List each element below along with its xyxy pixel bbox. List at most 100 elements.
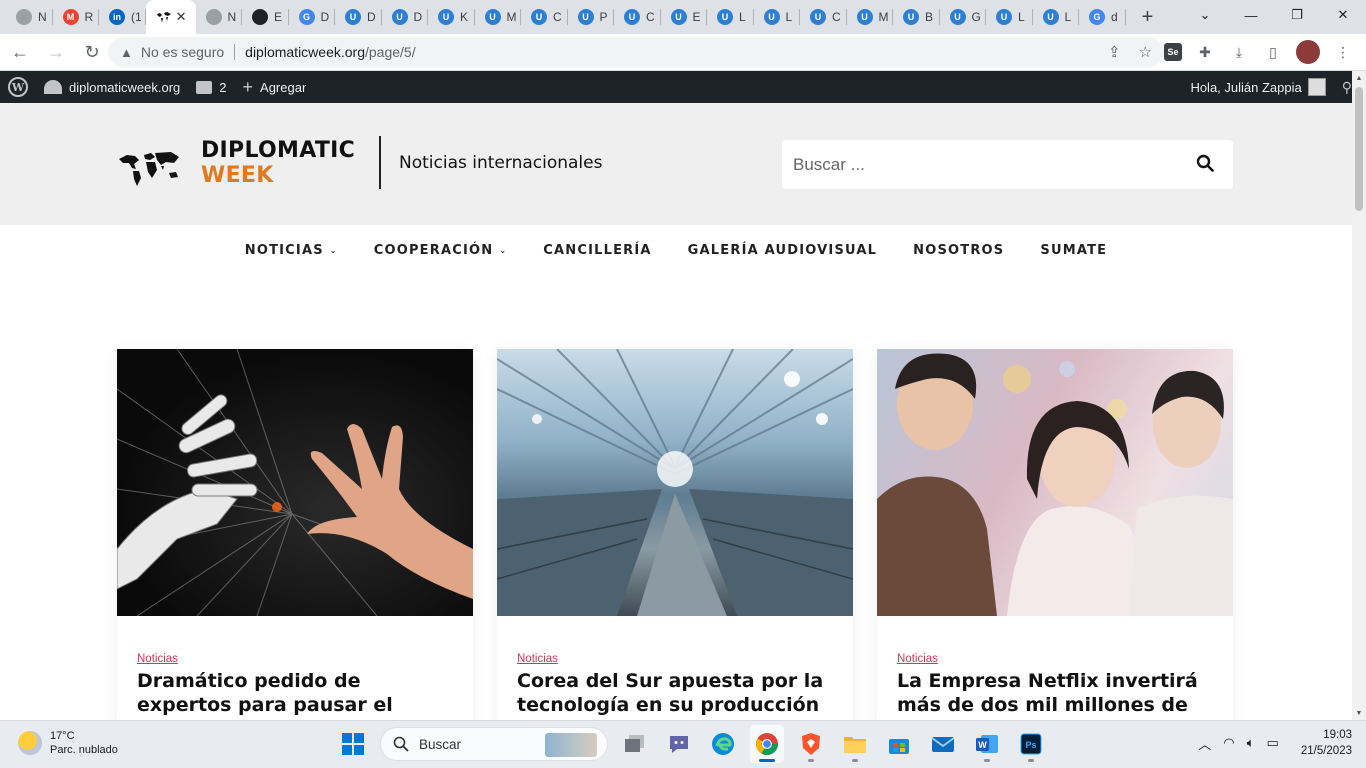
page-scrollbar[interactable]: ▲ ▼ xyxy=(1352,71,1366,720)
chevron-down-icon[interactable]: ⌄ xyxy=(499,246,507,255)
restore-button[interactable]: ❐ xyxy=(1274,0,1320,30)
task-view-icon xyxy=(625,735,644,752)
battery-icon[interactable]: ▭ xyxy=(1267,735,1279,751)
security-label[interactable]: No es seguro xyxy=(141,44,224,60)
nav-item-6[interactable]: SUMATE xyxy=(1040,243,1107,258)
extensions-puzzle-icon[interactable]: ✚ xyxy=(1194,41,1216,63)
browser-tab[interactable]: UC xyxy=(614,0,661,34)
browser-tab[interactable]: UM xyxy=(847,0,894,34)
post-thumbnail-drama-cast[interactable] xyxy=(877,349,1233,616)
site-name-link[interactable]: diplomaticweek.org xyxy=(36,71,188,103)
chevron-down-icon[interactable]: ⌄ xyxy=(330,246,338,255)
nav-item-1[interactable]: NOTICIAS ⌄ xyxy=(245,243,338,258)
tab-favicon-icon: U xyxy=(438,9,454,25)
brave-browser-button[interactable] xyxy=(794,725,828,763)
menu-kebab-icon[interactable]: ⋮ xyxy=(1332,41,1354,63)
site-search-input[interactable] xyxy=(793,154,1173,175)
warning-icon[interactable]: ▲ xyxy=(120,45,133,60)
world-map-logo-icon[interactable] xyxy=(117,145,183,187)
start-button[interactable] xyxy=(336,725,370,763)
back-button[interactable]: ← xyxy=(4,36,36,68)
scrollbar-thumb[interactable] xyxy=(1355,87,1363,211)
task-view-button[interactable] xyxy=(618,725,652,763)
clock[interactable]: 19:03 21/5/2023 xyxy=(1301,727,1352,759)
share-icon[interactable]: ⇪ xyxy=(1108,43,1121,61)
photoshop-button[interactable]: Ps xyxy=(1014,725,1048,763)
post-category-link[interactable]: Noticias xyxy=(137,653,178,665)
post-title[interactable]: Corea del Sur apuesta por la tecnología … xyxy=(517,669,837,717)
post-thumbnail-robot-hand[interactable] xyxy=(117,349,473,616)
scroll-down-arrow-icon[interactable]: ▼ xyxy=(1352,706,1366,720)
close-window-button[interactable]: ✕ xyxy=(1320,0,1366,30)
mail-button[interactable] xyxy=(926,725,960,763)
post-category-link[interactable]: Noticias xyxy=(517,653,558,665)
weather-widget[interactable]: 17°C Parc. nublado xyxy=(18,729,118,757)
site-logo-text[interactable]: DIPLOMATIC WEEK xyxy=(201,138,355,188)
teams-chat-button[interactable] xyxy=(662,725,696,763)
url-host[interactable]: diplomaticweek.org xyxy=(245,44,365,60)
file-explorer-button[interactable] xyxy=(838,725,872,763)
wifi-icon[interactable]: ◠ xyxy=(1223,735,1234,751)
browser-tab[interactable]: GD xyxy=(289,0,336,34)
browser-tab-active[interactable]: ✕ xyxy=(145,0,196,34)
microsoft-store-button[interactable] xyxy=(882,725,916,763)
nav-item-2[interactable]: COOPERACIÓN ⌄ xyxy=(374,243,508,258)
browser-tab[interactable]: UM xyxy=(475,0,522,34)
close-tab-icon[interactable]: ✕ xyxy=(176,9,187,25)
browser-tab[interactable]: UE xyxy=(661,0,708,34)
side-panel-icon[interactable]: ▯ xyxy=(1262,41,1284,63)
browser-tab[interactable]: UL xyxy=(707,0,754,34)
profile-avatar[interactable] xyxy=(1296,40,1320,64)
minimize-button[interactable]: — xyxy=(1228,0,1274,30)
browser-tab[interactable]: UG xyxy=(940,0,987,34)
user-avatar[interactable] xyxy=(1307,78,1326,96)
browser-tab[interactable]: Gd xyxy=(1079,0,1126,34)
nav-item-4[interactable]: GALERÍA AUDIOVISUAL xyxy=(688,243,877,258)
reload-button[interactable]: ↻ xyxy=(76,36,108,68)
tab-search-icon[interactable]: ⌄ xyxy=(1182,0,1228,30)
browser-tab[interactable]: in (1 xyxy=(99,0,146,34)
scroll-up-arrow-icon[interactable]: ▲ xyxy=(1352,71,1366,85)
download-icon[interactable]: ⤓ xyxy=(1228,41,1250,63)
forward-button[interactable]: → xyxy=(40,36,72,68)
add-new-link[interactable]: + Agregar xyxy=(235,71,315,103)
post-card[interactable]: Noticias La Empresa Netflix invertirá má… xyxy=(877,349,1233,729)
word-button[interactable]: W xyxy=(970,725,1004,763)
edge-browser-button[interactable] xyxy=(706,725,740,763)
show-hidden-icons-chevron-icon[interactable]: ︿ xyxy=(1198,734,1211,753)
browser-tab[interactable]: UL xyxy=(1033,0,1080,34)
post-thumbnail-factory[interactable] xyxy=(497,349,853,616)
nav-item-5[interactable]: NOSOTROS xyxy=(913,243,1004,258)
chrome-browser-button[interactable] xyxy=(750,725,784,763)
nav-item-3[interactable]: CANCILLERÍA xyxy=(543,243,651,258)
volume-icon[interactable]: 🔈︎ xyxy=(1247,735,1255,751)
post-card[interactable]: Noticias Corea del Sur apuesta por la te… xyxy=(497,349,853,729)
browser-tab[interactable]: UC xyxy=(521,0,568,34)
url-path[interactable]: /page/5/ xyxy=(365,44,416,60)
browser-tab[interactable]: MR xyxy=(53,0,100,34)
taskbar-search[interactable]: Buscar xyxy=(380,727,608,761)
selenium-extension-icon[interactable]: Se xyxy=(1164,43,1182,61)
wordpress-logo-icon[interactable]: W xyxy=(0,71,36,103)
search-icon[interactable] xyxy=(1196,154,1214,172)
address-bar[interactable]: ▲ No es seguro diplomaticweek.org/page/5… xyxy=(108,37,1164,67)
browser-tab[interactable]: UC xyxy=(800,0,847,34)
comments-link[interactable]: 2 xyxy=(188,71,234,103)
bookmark-star-icon[interactable]: ☆ xyxy=(1139,43,1152,61)
post-card[interactable]: Noticias Dramático pedido de expertos pa… xyxy=(117,349,473,729)
browser-tab[interactable]: N xyxy=(6,0,53,34)
browser-tab[interactable]: N xyxy=(196,0,243,34)
new-tab-button[interactable]: + xyxy=(1134,3,1162,31)
browser-tab[interactable]: UK xyxy=(428,0,475,34)
account-greeting[interactable]: Hola, Julián Zappia xyxy=(1190,80,1301,95)
browser-tab[interactable]: UD xyxy=(382,0,429,34)
omnibox-actions: ⇪ ☆ xyxy=(1108,43,1152,61)
browser-tab[interactable]: UB xyxy=(893,0,940,34)
post-category-link[interactable]: Noticias xyxy=(897,653,938,665)
browser-tab[interactable]: UP xyxy=(568,0,615,34)
browser-tab[interactable]: E xyxy=(242,0,289,34)
post-title[interactable]: La Empresa Netflix invertirá más de dos … xyxy=(897,669,1217,717)
browser-tab[interactable]: UD xyxy=(335,0,382,34)
browser-tab[interactable]: UL xyxy=(986,0,1033,34)
browser-tab[interactable]: UL xyxy=(754,0,801,34)
